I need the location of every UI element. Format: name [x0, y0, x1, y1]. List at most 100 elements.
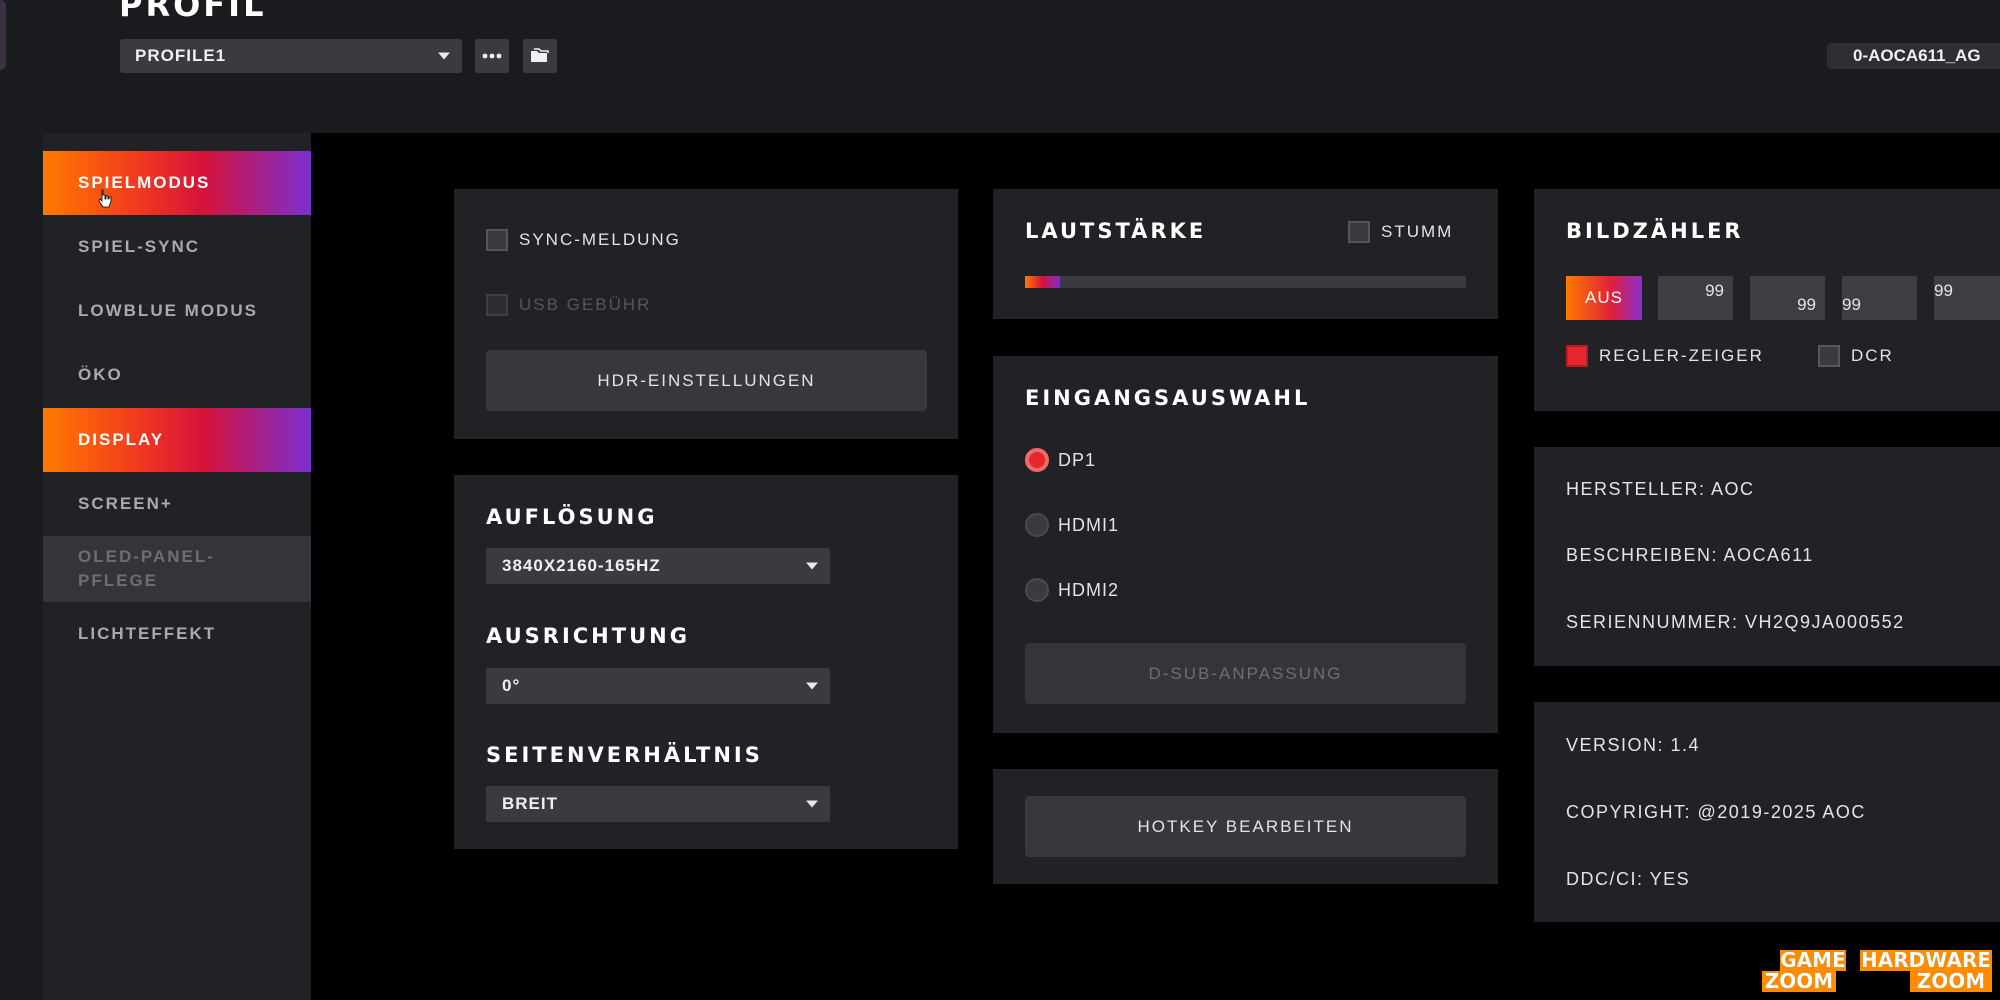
hand-cursor-icon [98, 189, 112, 208]
sidebar-item-oled-panel-pflege[interactable]: OLED-PANEL- PFLEGE [43, 536, 311, 602]
volume-panel: LAUTSTÄRKE STUMM [993, 189, 1498, 319]
folder-icon [531, 48, 549, 62]
sidebar-item-display[interactable]: DISPLAY [43, 408, 311, 472]
hardwarezoom-logo-bottom: ZOOM [1916, 969, 1986, 993]
manufacturer-text: HERSTELLER: AOC [1566, 479, 1755, 499]
frame-counter-value-2[interactable]: 99 [1750, 276, 1825, 320]
checkbox-box [1348, 221, 1370, 243]
input-option-hdmi2[interactable]: HDMI2 [1025, 578, 1119, 602]
volume-slider-fill [1025, 276, 1061, 288]
display-settings-panel: AUFLÖSUNG 3840X2160-165HZ AUSRICHTUNG 0°… [454, 475, 958, 849]
sidebar-item-label: DISPLAY [78, 430, 165, 449]
radio-selected [1025, 448, 1049, 472]
hotkey-panel: HOTKEY BEARBEITEN [993, 769, 1498, 884]
profile-dropdown[interactable]: PROFILE1 [120, 39, 462, 73]
frame-counter-title: BILDZÄHLER [1566, 219, 1744, 243]
input-selection-title: EINGANGSAUSWAHL [1025, 386, 1311, 410]
frame-counter-value-1[interactable]: 99 [1658, 276, 1733, 320]
chevron-down-icon [438, 52, 450, 60]
frame-counter-off-button[interactable]: AUS [1566, 276, 1642, 320]
sidebar-item-lowblue-modus[interactable]: LOWBLUE MODUS [43, 279, 311, 343]
sidebar-item-label: LICHTEFFEKT [78, 624, 217, 643]
volume-slider[interactable] [1025, 276, 1466, 288]
radio-unselected [1025, 578, 1049, 602]
sidebar-item-label: OLED-PANEL- PFLEGE [78, 547, 215, 590]
more-dots-icon [482, 53, 502, 59]
hdr-settings-button[interactable]: HDR-EINSTELLUNGEN [486, 350, 927, 411]
dcr-checkbox[interactable]: DCR [1818, 345, 1894, 367]
sidebar-item-label: LOWBLUE MODUS [78, 301, 258, 320]
aspect-ratio-title: SEITENVERHÄLTNIS [486, 743, 763, 767]
serial-number-text: SERIENNUMMER: VH2Q9JA000552 [1566, 612, 1905, 632]
version-text: VERSION: 1.4 [1566, 735, 1701, 755]
regler-zeiger-checkbox[interactable]: REGLER-ZEIGER [1566, 345, 1764, 367]
frame-counter-panel: BILDZÄHLER AUS 99 99 99 99 REGLER-ZEIGER… [1534, 189, 2000, 411]
sidebar-item-screen-plus[interactable]: SCREEN+ [43, 472, 311, 536]
hardwarezoom-logo-top: HARDWARE [1861, 948, 1991, 972]
radio-label: DP1 [1058, 449, 1097, 470]
sidebar-item-spielmodus[interactable]: SPIELMODUS [43, 151, 311, 215]
checkbox-checked [1566, 345, 1588, 367]
frame-counter-value-3[interactable]: 99 [1842, 276, 1917, 320]
sidebar-item-spiel-sync[interactable]: SPIEL-SYNC [43, 215, 311, 279]
left-strip [0, 0, 43, 1000]
input-selection-panel: EINGANGSAUSWAHL DP1 HDMI1 HDMI2 D-SUB-AN… [993, 356, 1498, 733]
sync-meldung-checkbox[interactable]: SYNC-MELDUNG [486, 229, 681, 251]
sidebar-item-label: SPIEL-SYNC [78, 237, 201, 256]
chevron-down-icon [806, 562, 818, 570]
input-option-dp1[interactable]: DP1 [1025, 448, 1096, 472]
radio-label: HDMI2 [1058, 579, 1120, 600]
sync-panel: SYNC-MELDUNG USB GEBÜHR HDR-EINSTELLUNGE… [454, 189, 958, 439]
description-text: BESCHREIBEN: AOCA611 [1566, 545, 1814, 565]
page-title: PROFIL [119, 0, 267, 24]
volume-title: LAUTSTÄRKE [1025, 219, 1207, 243]
checkbox-label: STUMM [1381, 222, 1454, 241]
radio-label: HDMI1 [1058, 514, 1120, 535]
open-folder-button[interactable] [523, 39, 557, 73]
dsub-adjust-button: D-SUB-ANPASSUNG [1025, 643, 1466, 704]
orientation-value: 0° [502, 676, 521, 695]
gamezoom-logo: GAME ZOOM [1762, 948, 1846, 992]
sidebar-item-label: SCREEN+ [78, 494, 173, 513]
resolution-dropdown[interactable]: 3840X2160-165HZ [486, 548, 830, 584]
chevron-down-icon [806, 682, 818, 690]
value-text: 99 [1705, 281, 1724, 300]
value-text: 99 [1934, 281, 1953, 300]
mute-checkbox[interactable]: STUMM [1348, 221, 1453, 243]
gamezoom-logo-bottom: ZOOM [1764, 969, 1834, 993]
input-option-hdmi1[interactable]: HDMI1 [1025, 513, 1119, 537]
monitor-id-badge[interactable]: 0-AOCA611_AG [1827, 43, 2000, 69]
checkbox-label: REGLER-ZEIGER [1599, 346, 1764, 365]
resolution-title: AUFLÖSUNG [486, 505, 658, 529]
checkbox-box [1818, 345, 1840, 367]
checkbox-box [486, 229, 508, 251]
monitor-info-panel: HERSTELLER: AOC BESCHREIBEN: AOCA611 SER… [1534, 447, 2000, 666]
usb-gebuehr-checkbox: USB GEBÜHR [486, 294, 651, 316]
orientation-dropdown[interactable]: 0° [486, 668, 830, 704]
value-text: 99 [1797, 295, 1816, 314]
checkbox-label: DCR [1851, 346, 1894, 365]
aspect-ratio-value: BREIT [502, 794, 558, 813]
ddc-ci-text: DDC/CI: YES [1566, 869, 1691, 889]
checkbox-label: USB GEBÜHR [519, 295, 652, 314]
radio-unselected [1025, 513, 1049, 537]
chevron-down-icon [806, 800, 818, 808]
monitor-id-label: 0-AOCA611_AG [1853, 46, 1981, 65]
sidebar-item-oeko[interactable]: ÖKO [43, 343, 311, 407]
aspect-ratio-dropdown[interactable]: BREIT [486, 786, 830, 822]
resolution-value: 3840X2160-165HZ [502, 556, 661, 575]
gamezoom-logo-top: GAME [1780, 948, 1846, 972]
version-panel: VERSION: 1.4 COPYRIGHT: @2019-2025 AOC D… [1534, 702, 2000, 922]
profile-dropdown-value: PROFILE1 [135, 46, 227, 65]
orientation-title: AUSRICHTUNG [486, 624, 690, 648]
window-edge [0, 0, 6, 70]
sidebar-item-label: ÖKO [78, 365, 123, 384]
frame-counter-value-4[interactable]: 99 [1934, 276, 2000, 320]
checkbox-box [486, 294, 508, 316]
checkbox-label: SYNC-MELDUNG [519, 230, 681, 249]
more-options-button[interactable] [475, 39, 509, 73]
hardwarezoom-logo: HARDWARE ZOOM [1860, 950, 1992, 992]
edit-hotkey-button[interactable]: HOTKEY BEARBEITEN [1025, 796, 1466, 857]
profile-header: PROFIL PROFILE1 0-AOCA611_AG [43, 0, 2000, 133]
sidebar-item-lichteffekt[interactable]: LICHTEFFEKT [43, 602, 311, 666]
